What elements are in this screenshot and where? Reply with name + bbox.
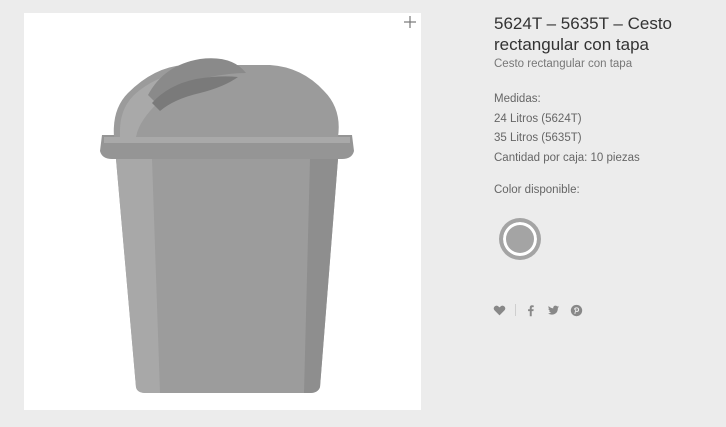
plus-icon[interactable]	[403, 15, 417, 29]
divider	[515, 304, 516, 316]
product-specs: Medidas: 24 Litros (5624T) 35 Litros (56…	[494, 90, 714, 168]
heart-icon[interactable]	[493, 304, 506, 317]
color-swatch-gray[interactable]	[501, 220, 539, 258]
pinterest-icon[interactable]	[570, 304, 583, 317]
product-image	[100, 58, 354, 393]
spec-line: Cantidad por caja: 10 piezas	[494, 151, 640, 164]
product-image-panel	[24, 13, 421, 410]
social-actions	[493, 302, 583, 318]
twitter-icon[interactable]	[547, 304, 560, 317]
facebook-icon[interactable]	[524, 304, 537, 317]
spec-line: 35 Litros (5635T)	[494, 132, 582, 144]
product-subtitle: Cesto rectangular con tapa	[494, 58, 633, 70]
color-label: Color disponible:	[494, 184, 580, 196]
product-info: 5624T – 5635T – Cesto rectangular con ta…	[494, 13, 714, 258]
specs-heading: Medidas:	[494, 93, 541, 105]
product-title: 5624T – 5635T – Cesto rectangular con ta…	[494, 14, 673, 54]
spec-line: 24 Litros (5624T)	[494, 112, 582, 125]
